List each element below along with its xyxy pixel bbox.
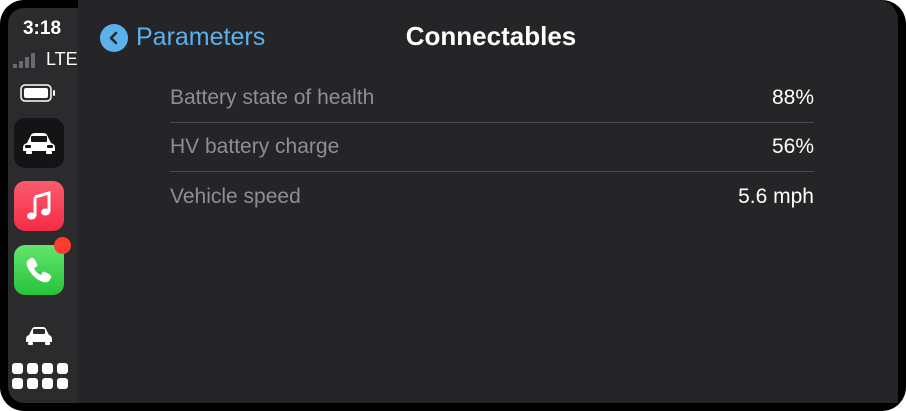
car-icon[interactable]: [25, 326, 53, 346]
row-value: 5.6 mph: [738, 184, 814, 208]
parameter-list: Battery state of health 88% HV battery c…: [170, 74, 814, 221]
network-type: LTE: [46, 49, 78, 69]
signal-strength-icon: [13, 53, 35, 68]
car-app-icon[interactable]: [14, 118, 64, 168]
status-time: 3:18: [22, 18, 62, 39]
battery-icon: [20, 84, 55, 102]
phone-app-icon[interactable]: [14, 245, 64, 295]
app-grid-icon[interactable]: [12, 363, 68, 389]
row-label: Vehicle speed: [170, 184, 301, 208]
row-value: 56%: [771, 135, 814, 158]
row-label: Battery state of health: [170, 86, 375, 109]
list-item: HV battery charge 56%: [170, 123, 814, 172]
list-item: Battery state of health 88%: [170, 74, 814, 123]
dock: 3:18 LTE: [8, 8, 78, 403]
page-title: Connectables: [405, 21, 577, 51]
row-label: HV battery charge: [170, 135, 340, 158]
list-item: Vehicle speed 5.6 mph: [170, 172, 814, 221]
carplay-screen: 3:18 LTE Parameters Connectables Battery…: [0, 0, 906, 411]
main-content: Parameters Connectables Battery state of…: [78, 0, 898, 403]
row-value: 88%: [771, 86, 814, 109]
notification-badge: [54, 237, 71, 254]
music-app-icon[interactable]: [14, 181, 64, 231]
